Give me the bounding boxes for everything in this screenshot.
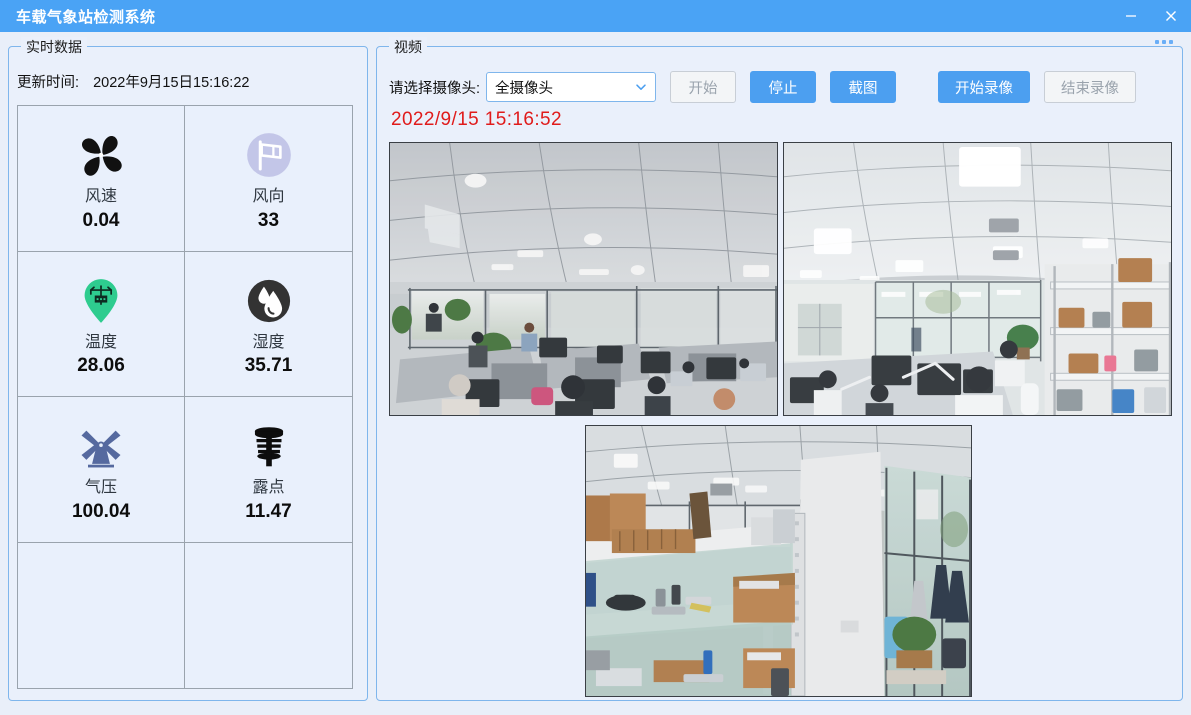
start-button[interactable]: 开始: [670, 71, 737, 103]
update-time-row: 更新时间: 2022年9月15日15:16:22: [17, 71, 249, 92]
video-grid: [389, 142, 1172, 697]
windmill-icon: [75, 417, 127, 475]
fan-icon: [73, 126, 129, 184]
metric-value: 0.04: [82, 209, 120, 231]
start-record-button[interactable]: 开始录像: [938, 71, 1031, 103]
metric-cell-empty-right: [185, 543, 352, 689]
metric-value: 11.47: [245, 500, 292, 522]
update-time-label: 更新时间:: [17, 75, 80, 91]
chevron-down-icon: [636, 84, 646, 90]
window-title: 车载气象站检测系统: [16, 8, 156, 26]
camera-feed-3[interactable]: [585, 425, 972, 697]
realtime-data-panel: 实时数据 更新时间: 2022年9月15日15:16:22 风速 0.04 风向…: [8, 37, 368, 701]
camera-select-label: 请选择摄像头:: [389, 80, 481, 97]
metric-name: 温度: [84, 333, 117, 351]
metric-name: 露点: [252, 479, 285, 497]
metric-value: 28.06: [77, 355, 125, 377]
camera-feed-1[interactable]: [389, 142, 778, 416]
video-toolbar: 请选择摄像头: 全摄像头 开始 停止 截图 开始录像 结束录像: [389, 69, 1172, 105]
metric-cell-empty-left: [18, 542, 185, 688]
stop-record-button[interactable]: 结束录像: [1044, 71, 1137, 103]
metric-cell-humidity: 湿度 35.71: [185, 252, 352, 397]
stop-button[interactable]: 停止: [750, 71, 817, 103]
metric-cell-dew-point: 露点 11.47: [185, 397, 352, 543]
metric-cell-pressure: 气压 100.04: [18, 397, 185, 543]
flag-icon: [241, 126, 297, 184]
camera-feed-2[interactable]: [783, 142, 1172, 416]
metric-value: 33: [257, 209, 280, 231]
realtime-data-legend: 实时数据: [21, 37, 87, 57]
video-timestamp: 2022/9/15 15:16:52: [391, 109, 562, 130]
temperature-pin-icon: [76, 272, 126, 330]
metric-value: 35.71: [244, 355, 293, 377]
metric-name: 湿度: [252, 333, 285, 351]
close-icon: [1166, 11, 1176, 21]
metric-name: 风速: [84, 188, 117, 206]
video-panel-legend: 视频: [389, 37, 427, 57]
camera-select[interactable]: 全摄像头: [486, 72, 657, 102]
camera-feed-1-image: [390, 143, 777, 415]
dewpoint-shelter-icon: [244, 417, 294, 475]
close-button[interactable]: [1151, 0, 1191, 32]
title-bar: 车载气象站检测系统: [0, 0, 1191, 32]
camera-select-value: 全摄像头: [495, 80, 554, 97]
metric-cell-temperature: 温度 28.06: [18, 251, 185, 397]
application-window: 车载气象站检测系统 实时数据 更新时间: 2022年9月15日15:16:22: [0, 0, 1191, 715]
camera-feed-3-image: [586, 426, 971, 696]
humidity-drops-icon: [242, 272, 296, 330]
window-controls: [1111, 0, 1191, 32]
minimize-icon: [1126, 15, 1136, 17]
metric-value: 100.04: [71, 500, 131, 522]
metric-cell-wind-speed: 风速 0.04: [18, 106, 185, 252]
metric-name: 气压: [84, 479, 117, 497]
video-panel: 视频 请选择摄像头: 全摄像头 开始 停止 截图 开始录像 结束录像 2022/…: [376, 37, 1183, 701]
resize-grip-dots: [1155, 40, 1173, 44]
camera-feed-2-image: [784, 143, 1171, 415]
snapshot-button[interactable]: 截图: [830, 71, 897, 103]
metric-cell-wind-direction: 风向 33: [185, 106, 352, 252]
metric-name: 风向: [252, 188, 285, 206]
update-time-value: 2022年9月15日15:16:22: [93, 75, 250, 91]
minimize-button[interactable]: [1111, 0, 1151, 32]
metrics-grid: 风速 0.04 风向 33 温度 28.06 湿度 35.71 气压 100.0…: [17, 105, 353, 689]
